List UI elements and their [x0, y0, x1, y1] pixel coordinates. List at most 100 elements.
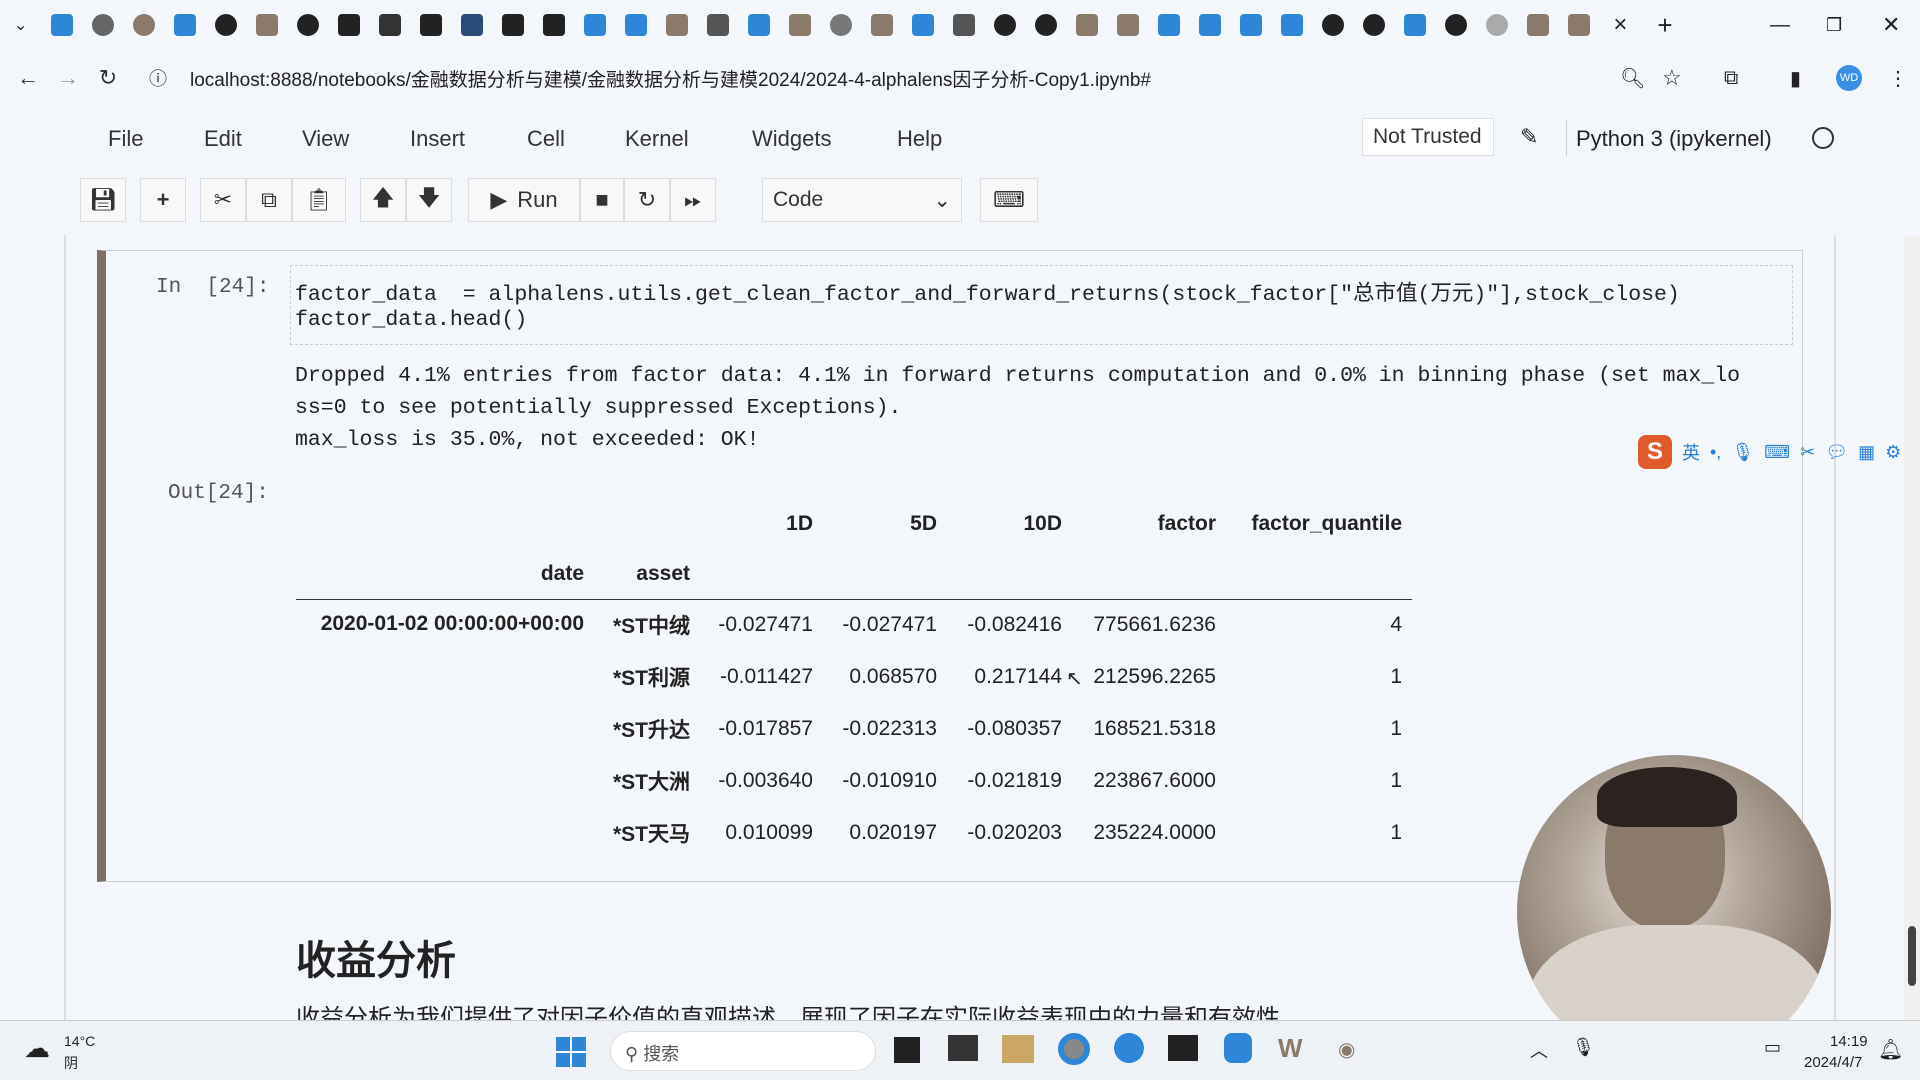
tab-pen-icon[interactable] [542, 14, 565, 36]
tab-blue-icon[interactable] [1403, 14, 1426, 36]
tab-q-icon[interactable] [870, 14, 893, 36]
move-up-button[interactable]: 🡅 [360, 178, 406, 222]
menu-file[interactable]: File [108, 126, 143, 152]
app-cmd-icon[interactable] [1168, 1035, 1198, 1061]
insert-cell-button[interactable]: + [140, 178, 186, 222]
browser-menu-icon[interactable]: ⋮ [1888, 66, 1908, 91]
tab-globe-icon[interactable] [829, 14, 852, 36]
menu-help[interactable]: Help [897, 126, 942, 152]
tab-github-icon[interactable] [1034, 14, 1057, 36]
tab-github-icon[interactable] [1362, 14, 1385, 36]
extensions-icon[interactable]: ⧉ [1724, 67, 1738, 90]
tab-zhihu-icon[interactable] [1280, 14, 1303, 36]
interrupt-button[interactable]: ■ [580, 178, 624, 222]
tab-zhihu-icon[interactable] [173, 14, 196, 36]
app-record-icon[interactable]: ◉ [1338, 1037, 1355, 1062]
menu-cell[interactable]: Cell [527, 126, 565, 152]
tab-blue-icon[interactable] [1157, 14, 1180, 36]
tab-zhihu-icon[interactable] [1239, 14, 1262, 36]
bookmark-star-icon[interactable]: ☆ [1662, 65, 1682, 91]
site-info-icon[interactable]: ⓘ [138, 65, 178, 91]
menu-widgets[interactable]: Widgets [752, 126, 831, 152]
tab-edit-icon[interactable] [1526, 14, 1549, 36]
cell-type-select[interactable]: Code ⌄ [762, 178, 962, 222]
move-down-button[interactable]: 🡇 [406, 178, 452, 222]
close-tab-icon[interactable]: × [1613, 11, 1627, 39]
forward-icon[interactable]: → [48, 65, 88, 91]
app-chrome-icon[interactable] [1058, 1033, 1090, 1065]
notification-bell-icon[interactable]: 🔔︎ [1878, 1037, 1903, 1062]
paste-button[interactable]: 📋︎ [292, 178, 346, 222]
tab-ai-icon[interactable] [378, 14, 401, 36]
code-line-1[interactable]: factor_data = alphalens.utils.get_clean_… [295, 276, 1680, 307]
tab-bilibili-icon[interactable] [50, 14, 73, 36]
back-icon[interactable]: ← [8, 65, 48, 91]
menu-edit[interactable]: Edit [204, 126, 242, 152]
tab-list-chevron-icon[interactable]: ⌄ [14, 15, 27, 35]
clock-time[interactable]: 14:19 [1830, 1033, 1868, 1050]
tab-github-icon[interactable] [214, 14, 237, 36]
code-line-2[interactable]: factor_data.head() [295, 308, 527, 332]
weather-icon[interactable]: ☁ [24, 1033, 50, 1064]
tab-google-icon[interactable] [788, 14, 811, 36]
tab-run-icon[interactable] [665, 14, 688, 36]
zoom-icon[interactable]: 🔍︎ [1620, 66, 1645, 91]
scrollbar[interactable] [1904, 236, 1920, 1020]
punctuation-icon[interactable]: •, [1710, 442, 1721, 463]
tab-c-icon[interactable] [255, 14, 278, 36]
tab-chat-icon[interactable] [91, 14, 114, 36]
app-files-icon[interactable] [894, 1037, 920, 1063]
tab-github-icon[interactable] [296, 14, 319, 36]
tab-mail-icon[interactable] [419, 14, 442, 36]
menu-insert[interactable]: Insert [410, 126, 465, 152]
apps-icon[interactable]: ▦ [1858, 442, 1875, 463]
save-button[interactable]: 💾︎ [80, 178, 126, 222]
tab-edit-icon[interactable] [1567, 14, 1590, 36]
tab-c-icon[interactable] [1116, 14, 1139, 36]
tab-pen-icon[interactable] [501, 14, 524, 36]
tab-book-icon[interactable] [706, 14, 729, 36]
kernel-name[interactable]: Python 3 (ipykernel) [1576, 126, 1772, 152]
app-wps-icon[interactable]: W [1278, 1033, 1303, 1064]
copy-button[interactable]: ⧉ [246, 178, 292, 222]
tab-github-icon[interactable] [1321, 14, 1344, 36]
new-tab-button[interactable]: + [1657, 10, 1672, 41]
clock-date[interactable]: 2024/4/7 [1804, 1054, 1862, 1071]
profile-avatar[interactable]: WD [1836, 65, 1862, 91]
tray-overflow-icon[interactable]: ︿ [1530, 1037, 1548, 1063]
menu-kernel[interactable]: Kernel [625, 126, 689, 152]
tab-zhihu-icon[interactable] [1198, 14, 1221, 36]
ime-lang[interactable]: 英 [1682, 439, 1700, 465]
mic-icon[interactable]: 🎙︎ [1731, 442, 1754, 463]
tab-cloud-icon[interactable] [624, 14, 647, 36]
tab-book-icon[interactable] [952, 14, 975, 36]
tab-bird-icon[interactable] [911, 14, 934, 36]
tab-n-icon[interactable] [337, 14, 360, 36]
trusted-badge[interactable]: Not Trusted [1362, 118, 1494, 156]
run-button[interactable]: ▶ Run [468, 178, 580, 222]
keyboard-icon[interactable]: ⌨ [1764, 442, 1790, 463]
tab-cloud-icon[interactable] [583, 14, 606, 36]
tab-tds-icon[interactable] [460, 14, 483, 36]
cut-button[interactable]: ✂ [200, 178, 246, 222]
url-input[interactable]: localhost:8888/notebooks/金融数据分析与建模/金融数据分… [190, 65, 1151, 92]
skin-icon[interactable]: ✂ [1800, 442, 1815, 463]
tab-paw-icon[interactable] [747, 14, 770, 36]
tab-c-icon[interactable] [1075, 14, 1098, 36]
restart-button[interactable]: ↻ [624, 178, 670, 222]
scrollbar-thumb[interactable] [1908, 926, 1916, 986]
tray-mic-icon[interactable]: 🎙︎ [1572, 1037, 1595, 1058]
start-button[interactable] [556, 1037, 586, 1067]
settings-icon[interactable]: ⚙ [1885, 442, 1901, 463]
sidepanel-icon[interactable]: ▮ [1790, 66, 1801, 91]
tab-circle-icon[interactable] [132, 14, 155, 36]
weather-desc[interactable]: 阴 [64, 1053, 78, 1073]
tray-battery-icon[interactable]: ▭ [1764, 1037, 1781, 1058]
app-terminal-icon[interactable] [948, 1035, 978, 1061]
ime-toolbar[interactable]: S 英 •, 🎙︎ ⌨ ✂ 💬︎ ▦ ⚙ [1638, 434, 1901, 470]
close-window-button[interactable]: ✕ [1882, 12, 1900, 38]
edit-pencil-icon[interactable]: ✎ [1520, 124, 1538, 150]
app-feishu-icon[interactable] [1224, 1033, 1252, 1063]
restart-run-all-button[interactable]: ⏩︎ [670, 178, 716, 222]
reload-icon[interactable]: ↻ [88, 65, 128, 91]
